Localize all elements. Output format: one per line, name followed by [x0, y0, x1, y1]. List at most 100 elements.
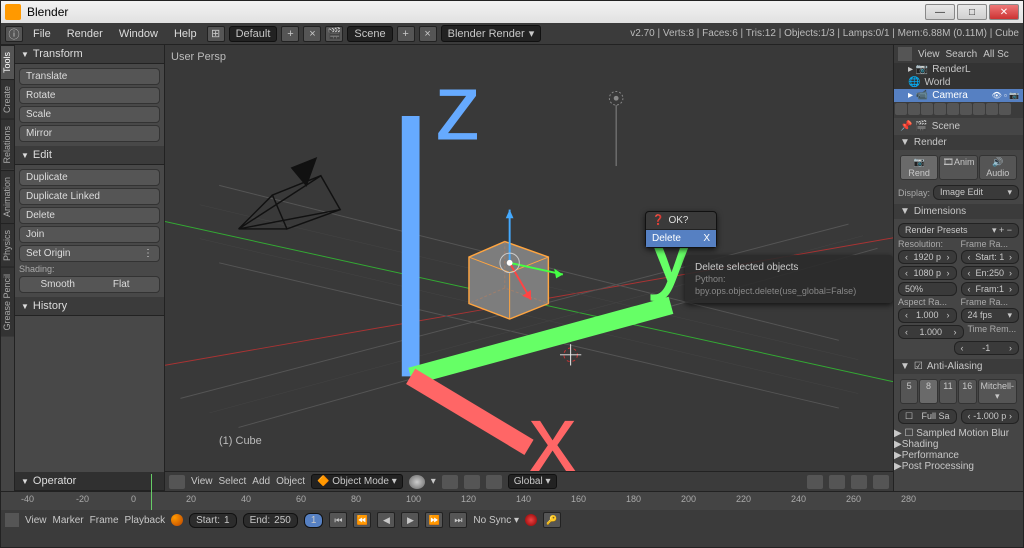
- rotate-button[interactable]: Rotate: [19, 87, 160, 104]
- shading-toggle[interactable]: SmoothFlat: [19, 276, 160, 293]
- play-icon[interactable]: ▶: [401, 512, 419, 528]
- tab-constraints-icon[interactable]: [960, 103, 972, 115]
- render-tab-anim[interactable]: 🎞Anim: [939, 155, 977, 180]
- res-y-field[interactable]: ‹1080 p›: [898, 266, 957, 280]
- aspect-y-field[interactable]: ‹1.000›: [898, 325, 964, 339]
- scene-dropdown[interactable]: Scene: [347, 26, 392, 42]
- outliner-item-camera[interactable]: ▸ 📹 Camera 👁 ▫ 📷: [894, 89, 1023, 102]
- tab-world-icon[interactable]: [934, 103, 946, 115]
- aa-5[interactable]: 5: [900, 379, 918, 404]
- next-key-icon[interactable]: ⏩: [425, 512, 443, 528]
- menu-help[interactable]: Help: [168, 26, 203, 42]
- layers-icon[interactable]: [807, 475, 823, 489]
- render-tab-audio[interactable]: 🔊Audio: [979, 155, 1017, 180]
- menu-view[interactable]: View: [191, 476, 213, 487]
- aspect-x-field[interactable]: ‹1.000›: [898, 308, 957, 323]
- engine-dropdown[interactable]: Blender Render ▾: [441, 25, 542, 42]
- panel-aa-header[interactable]: ▼ ☑ Anti-Aliasing: [894, 359, 1023, 374]
- menu-object[interactable]: Object: [276, 476, 305, 487]
- frame-current-input[interactable]: 1: [304, 513, 324, 528]
- menu-render[interactable]: Render: [61, 26, 109, 42]
- scene-del-icon[interactable]: ×: [419, 26, 437, 42]
- play-rev-icon[interactable]: ◀: [377, 512, 395, 528]
- panel-smb-header[interactable]: ▶ ☐ Sampled Motion Blur: [894, 428, 1023, 439]
- layout-browse-icon[interactable]: ⊞: [207, 26, 225, 42]
- jump-start-icon[interactable]: ⏮: [329, 512, 347, 528]
- render-preview-icon[interactable]: [873, 475, 889, 489]
- outliner-item-world[interactable]: 🌐 World: [894, 76, 1023, 89]
- tab-modifiers-icon[interactable]: [973, 103, 985, 115]
- translate-button[interactable]: Translate: [19, 68, 160, 85]
- aa-filter-dropdown[interactable]: Mitchell-▾: [978, 379, 1018, 404]
- proportional-icon[interactable]: [851, 475, 867, 489]
- res-pct-field[interactable]: 50%: [898, 282, 957, 296]
- prev-key-icon[interactable]: ⏪: [353, 512, 371, 528]
- duplicate-button[interactable]: Duplicate: [19, 169, 160, 186]
- layout-dropdown[interactable]: Default: [229, 26, 278, 42]
- time-remap-field[interactable]: ‹-1›: [954, 341, 1020, 355]
- tab-scene-icon[interactable]: [921, 103, 933, 115]
- render-tab-render[interactable]: 📷Rend: [900, 155, 938, 180]
- 3d-viewport[interactable]: User Persp (1) Cube z y x ❓OK? DeleteX D…: [165, 45, 893, 491]
- editor-type-icon[interactable]: ⓘ: [5, 26, 23, 42]
- panel-operator-header[interactable]: ▼Operator: [15, 472, 164, 491]
- outliner-view[interactable]: View: [918, 49, 940, 60]
- menu-add[interactable]: Add: [252, 476, 270, 487]
- outliner-filter[interactable]: All Sc: [983, 49, 1009, 60]
- shading-solid-icon[interactable]: [409, 475, 425, 489]
- tl-menu-frame[interactable]: Frame: [90, 515, 119, 526]
- render-presets-dropdown[interactable]: Render Presets▾ + −: [898, 223, 1019, 238]
- tab-material-icon[interactable]: [999, 103, 1011, 115]
- tab-create[interactable]: Create: [1, 79, 14, 119]
- layout-del-icon[interactable]: ×: [303, 26, 321, 42]
- tab-relations[interactable]: Relations: [1, 119, 14, 170]
- res-x-field[interactable]: ‹1920 p›: [898, 250, 957, 264]
- panel-transform-header[interactable]: ▼Transform: [15, 45, 164, 64]
- tab-tools[interactable]: Tools: [1, 45, 14, 79]
- record-icon[interactable]: [171, 514, 183, 526]
- outliner-type-icon[interactable]: [898, 47, 912, 61]
- delete-button[interactable]: Delete: [19, 207, 160, 224]
- panel-performance-header[interactable]: ▶Performance: [894, 450, 1023, 461]
- layout-add-icon[interactable]: +: [281, 26, 299, 42]
- outliner-search[interactable]: Search: [946, 49, 978, 60]
- minimize-button[interactable]: —: [925, 4, 955, 20]
- keying-icon[interactable]: 🔑: [543, 512, 561, 528]
- tab-physics[interactable]: Physics: [1, 223, 14, 267]
- tab-grease-pencil[interactable]: Grease Pencil: [1, 267, 14, 337]
- jump-end-icon[interactable]: ⏭: [449, 512, 467, 528]
- popup-delete-button[interactable]: DeleteX: [646, 229, 716, 247]
- tl-menu-playback[interactable]: Playback: [125, 515, 166, 526]
- menu-file[interactable]: File: [27, 26, 57, 42]
- timeline-ruler[interactable]: -40-200204060801001201401601802002202402…: [1, 492, 1023, 510]
- aa-size-field[interactable]: ‹-1.000 p›: [961, 409, 1020, 424]
- panel-render-header[interactable]: ▼Render: [894, 135, 1023, 150]
- aa-11[interactable]: 11: [939, 379, 957, 404]
- frame-end-input[interactable]: End:250: [243, 513, 298, 528]
- menu-select[interactable]: Select: [219, 476, 247, 487]
- snap-icon[interactable]: [829, 475, 845, 489]
- panel-dimensions-header[interactable]: ▼Dimensions: [894, 204, 1023, 219]
- menu-window[interactable]: Window: [113, 26, 164, 42]
- full-sample-toggle[interactable]: ☐ Full Sa: [898, 409, 957, 424]
- scale-button[interactable]: Scale: [19, 106, 160, 123]
- tl-menu-view[interactable]: View: [25, 515, 47, 526]
- panel-history-header[interactable]: ▼History: [15, 297, 164, 316]
- sync-dropdown[interactable]: No Sync ▾: [473, 515, 519, 526]
- scene-browse-icon[interactable]: 🎬: [325, 26, 343, 42]
- editor-type-icon[interactable]: [169, 475, 185, 489]
- aa-8[interactable]: 8: [919, 379, 937, 404]
- frame-end-field[interactable]: ‹En:250›: [961, 266, 1020, 280]
- tab-object-icon[interactable]: [947, 103, 959, 115]
- panel-shading-header[interactable]: ▶Shading: [894, 439, 1023, 450]
- tab-layers-icon[interactable]: [908, 103, 920, 115]
- scene-add-icon[interactable]: +: [397, 26, 415, 42]
- duplicate-linked-button[interactable]: Duplicate Linked: [19, 188, 160, 205]
- fps-dropdown[interactable]: 24 fps▾: [961, 308, 1020, 323]
- manipulator-icon[interactable]: [464, 475, 480, 489]
- aa-16[interactable]: 16: [958, 379, 976, 404]
- display-dropdown[interactable]: Image Edit▾: [933, 185, 1019, 200]
- close-button[interactable]: ✕: [989, 4, 1019, 20]
- tl-menu-marker[interactable]: Marker: [53, 515, 84, 526]
- orientation-dropdown[interactable]: Global ▾: [508, 474, 557, 489]
